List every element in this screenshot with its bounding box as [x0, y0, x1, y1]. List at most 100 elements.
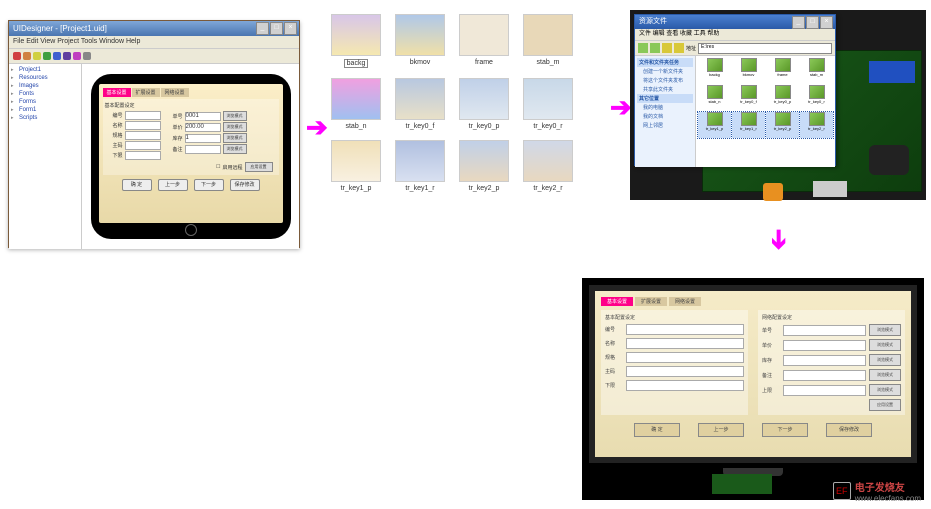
check-option[interactable]: 启用远程 [222, 164, 242, 171]
tv-form-input[interactable] [626, 352, 744, 363]
browse-button[interactable]: 浏览模式 [223, 144, 247, 154]
browse-button[interactable]: 浏览模式 [223, 111, 247, 121]
tv-bottom-button[interactable]: 确 定 [634, 423, 680, 437]
file-item[interactable]: tr_key1_p [698, 112, 731, 138]
file-item[interactable]: tr_key0_f [732, 85, 765, 111]
toolbar-button[interactable] [13, 52, 21, 60]
toolbar-button[interactable] [83, 52, 91, 60]
file-item[interactable]: tr_key2_p [766, 112, 799, 138]
form-input[interactable]: 200.00 [185, 123, 221, 132]
close-button[interactable]: × [284, 22, 297, 35]
resource-thumb[interactable]: tr_key0_r [524, 78, 572, 136]
project-tree[interactable]: Project1ResourcesImagesFontsFormsForm1Sc… [9, 64, 82, 249]
form-input[interactable] [125, 111, 161, 120]
tv-form-input[interactable] [783, 355, 866, 366]
tree-item[interactable]: Resources [11, 74, 79, 82]
tv-browse-button[interactable]: 浏览模式 [869, 324, 901, 336]
tv-form-input[interactable] [626, 366, 744, 377]
resource-thumb[interactable]: tr_key1_p [332, 140, 380, 198]
dialog-button[interactable]: 下一步 [194, 179, 224, 191]
form-input[interactable] [125, 121, 161, 130]
browse-button[interactable]: 浏览模式 [223, 133, 247, 143]
toolbar-button[interactable] [43, 52, 51, 60]
close-button[interactable]: × [820, 16, 833, 29]
dialog-button[interactable]: 确 定 [122, 179, 152, 191]
file-item[interactable]: backg [698, 58, 731, 84]
address-input[interactable]: E:\res [698, 43, 832, 54]
tree-item[interactable]: Form1 [11, 106, 79, 114]
sidebar-item[interactable]: 网上邻居 [637, 121, 693, 130]
sidebar-item[interactable]: 创建一个新文件夹 [637, 67, 693, 76]
file-item[interactable]: stab_m [800, 58, 833, 84]
resource-thumb[interactable]: backg [332, 14, 380, 74]
tv-apply-button[interactable]: 应用设置 [869, 399, 901, 411]
tv-form-input[interactable] [783, 325, 866, 336]
resource-thumb[interactable]: stab_m [524, 14, 572, 74]
tv-tab[interactable]: 扩展设置 [635, 297, 667, 306]
toolbar-button[interactable] [53, 52, 61, 60]
sidebar-item[interactable]: 共享此文件夹 [637, 85, 693, 94]
tv-bottom-button[interactable]: 下一步 [762, 423, 808, 437]
sidebar-item[interactable]: 将这个文件夹发布 [637, 76, 693, 85]
resource-thumb[interactable]: tr_key0_f [396, 78, 444, 136]
form-input[interactable] [125, 131, 161, 140]
tree-item[interactable]: Scripts [11, 114, 79, 122]
tree-item[interactable]: Forms [11, 98, 79, 106]
tv-form-input[interactable] [783, 370, 866, 381]
tv-bottom-button[interactable]: 上一步 [698, 423, 744, 437]
tree-item[interactable]: Fonts [11, 90, 79, 98]
file-item[interactable]: tr_key0_r [800, 85, 833, 111]
home-button-icon[interactable] [185, 224, 197, 236]
file-item[interactable]: stab_n [698, 85, 731, 111]
tv-tab[interactable]: 网络设置 [669, 297, 701, 306]
file-item[interactable]: frame [766, 58, 799, 84]
resource-thumb[interactable]: tr_key2_p [460, 140, 508, 198]
tv-form-input[interactable] [626, 324, 744, 335]
tv-form-input[interactable] [783, 340, 866, 351]
sidebar-item[interactable]: 我的电脑 [637, 103, 693, 112]
tv-browse-button[interactable]: 浏览模式 [869, 339, 901, 351]
tv-form-input[interactable] [626, 338, 744, 349]
resource-thumb[interactable]: tr_key2_r [524, 140, 572, 198]
toolbar-button[interactable] [73, 52, 81, 60]
resource-thumb[interactable]: bkmov [396, 14, 444, 74]
tv-browse-button[interactable]: 浏览模式 [869, 384, 901, 396]
browse-button[interactable]: 浏览模式 [223, 122, 247, 132]
file-item[interactable]: tr_key2_r [800, 112, 833, 138]
explorer-address-bar[interactable]: 地址 E:\res [635, 41, 835, 56]
file-item[interactable]: bkmov [732, 58, 765, 84]
folders-icon[interactable] [674, 43, 684, 53]
ide-menubar[interactable]: File Edit View Project Tools Window Help [9, 36, 299, 49]
tablet-tab[interactable]: 网络设置 [161, 88, 189, 97]
file-item[interactable]: tr_key1_r [732, 112, 765, 138]
tv-form-input[interactable] [783, 385, 866, 396]
dialog-button[interactable]: 保存修改 [230, 179, 260, 191]
tree-item[interactable]: Images [11, 82, 79, 90]
tv-browse-button[interactable]: 浏览模式 [869, 354, 901, 366]
forward-icon[interactable] [650, 43, 660, 53]
tv-tab[interactable]: 基本设置 [601, 297, 633, 306]
form-input[interactable]: 1 [185, 134, 221, 143]
resource-thumb[interactable]: tr_key0_p [460, 78, 508, 136]
tv-form-input[interactable] [626, 380, 744, 391]
form-input[interactable]: 0001 [185, 112, 221, 121]
tv-browse-button[interactable]: 浏览模式 [869, 369, 901, 381]
maximize-button[interactable]: □ [806, 16, 819, 29]
up-icon[interactable] [662, 43, 672, 53]
dialog-button[interactable]: 上一步 [158, 179, 188, 191]
resource-thumb[interactable]: stab_n [332, 78, 380, 136]
toolbar-button[interactable] [63, 52, 71, 60]
apply-button[interactable]: 应用设置 [245, 162, 273, 172]
explorer-menubar[interactable]: 文件 编辑 查看 收藏 工具 帮助 [635, 29, 835, 41]
resource-thumb[interactable]: tr_key1_r [396, 140, 444, 198]
sidebar-item[interactable]: 我的文档 [637, 112, 693, 121]
toolbar-button[interactable] [23, 52, 31, 60]
ide-toolbar[interactable] [9, 49, 299, 64]
form-input[interactable] [125, 141, 161, 150]
maximize-button[interactable]: □ [270, 22, 283, 35]
tablet-tab[interactable]: 基本设置 [103, 88, 131, 97]
tablet-tab[interactable]: 扩展设置 [132, 88, 160, 97]
toolbar-button[interactable] [33, 52, 41, 60]
minimize-button[interactable]: _ [792, 16, 805, 29]
form-input[interactable] [185, 145, 221, 154]
